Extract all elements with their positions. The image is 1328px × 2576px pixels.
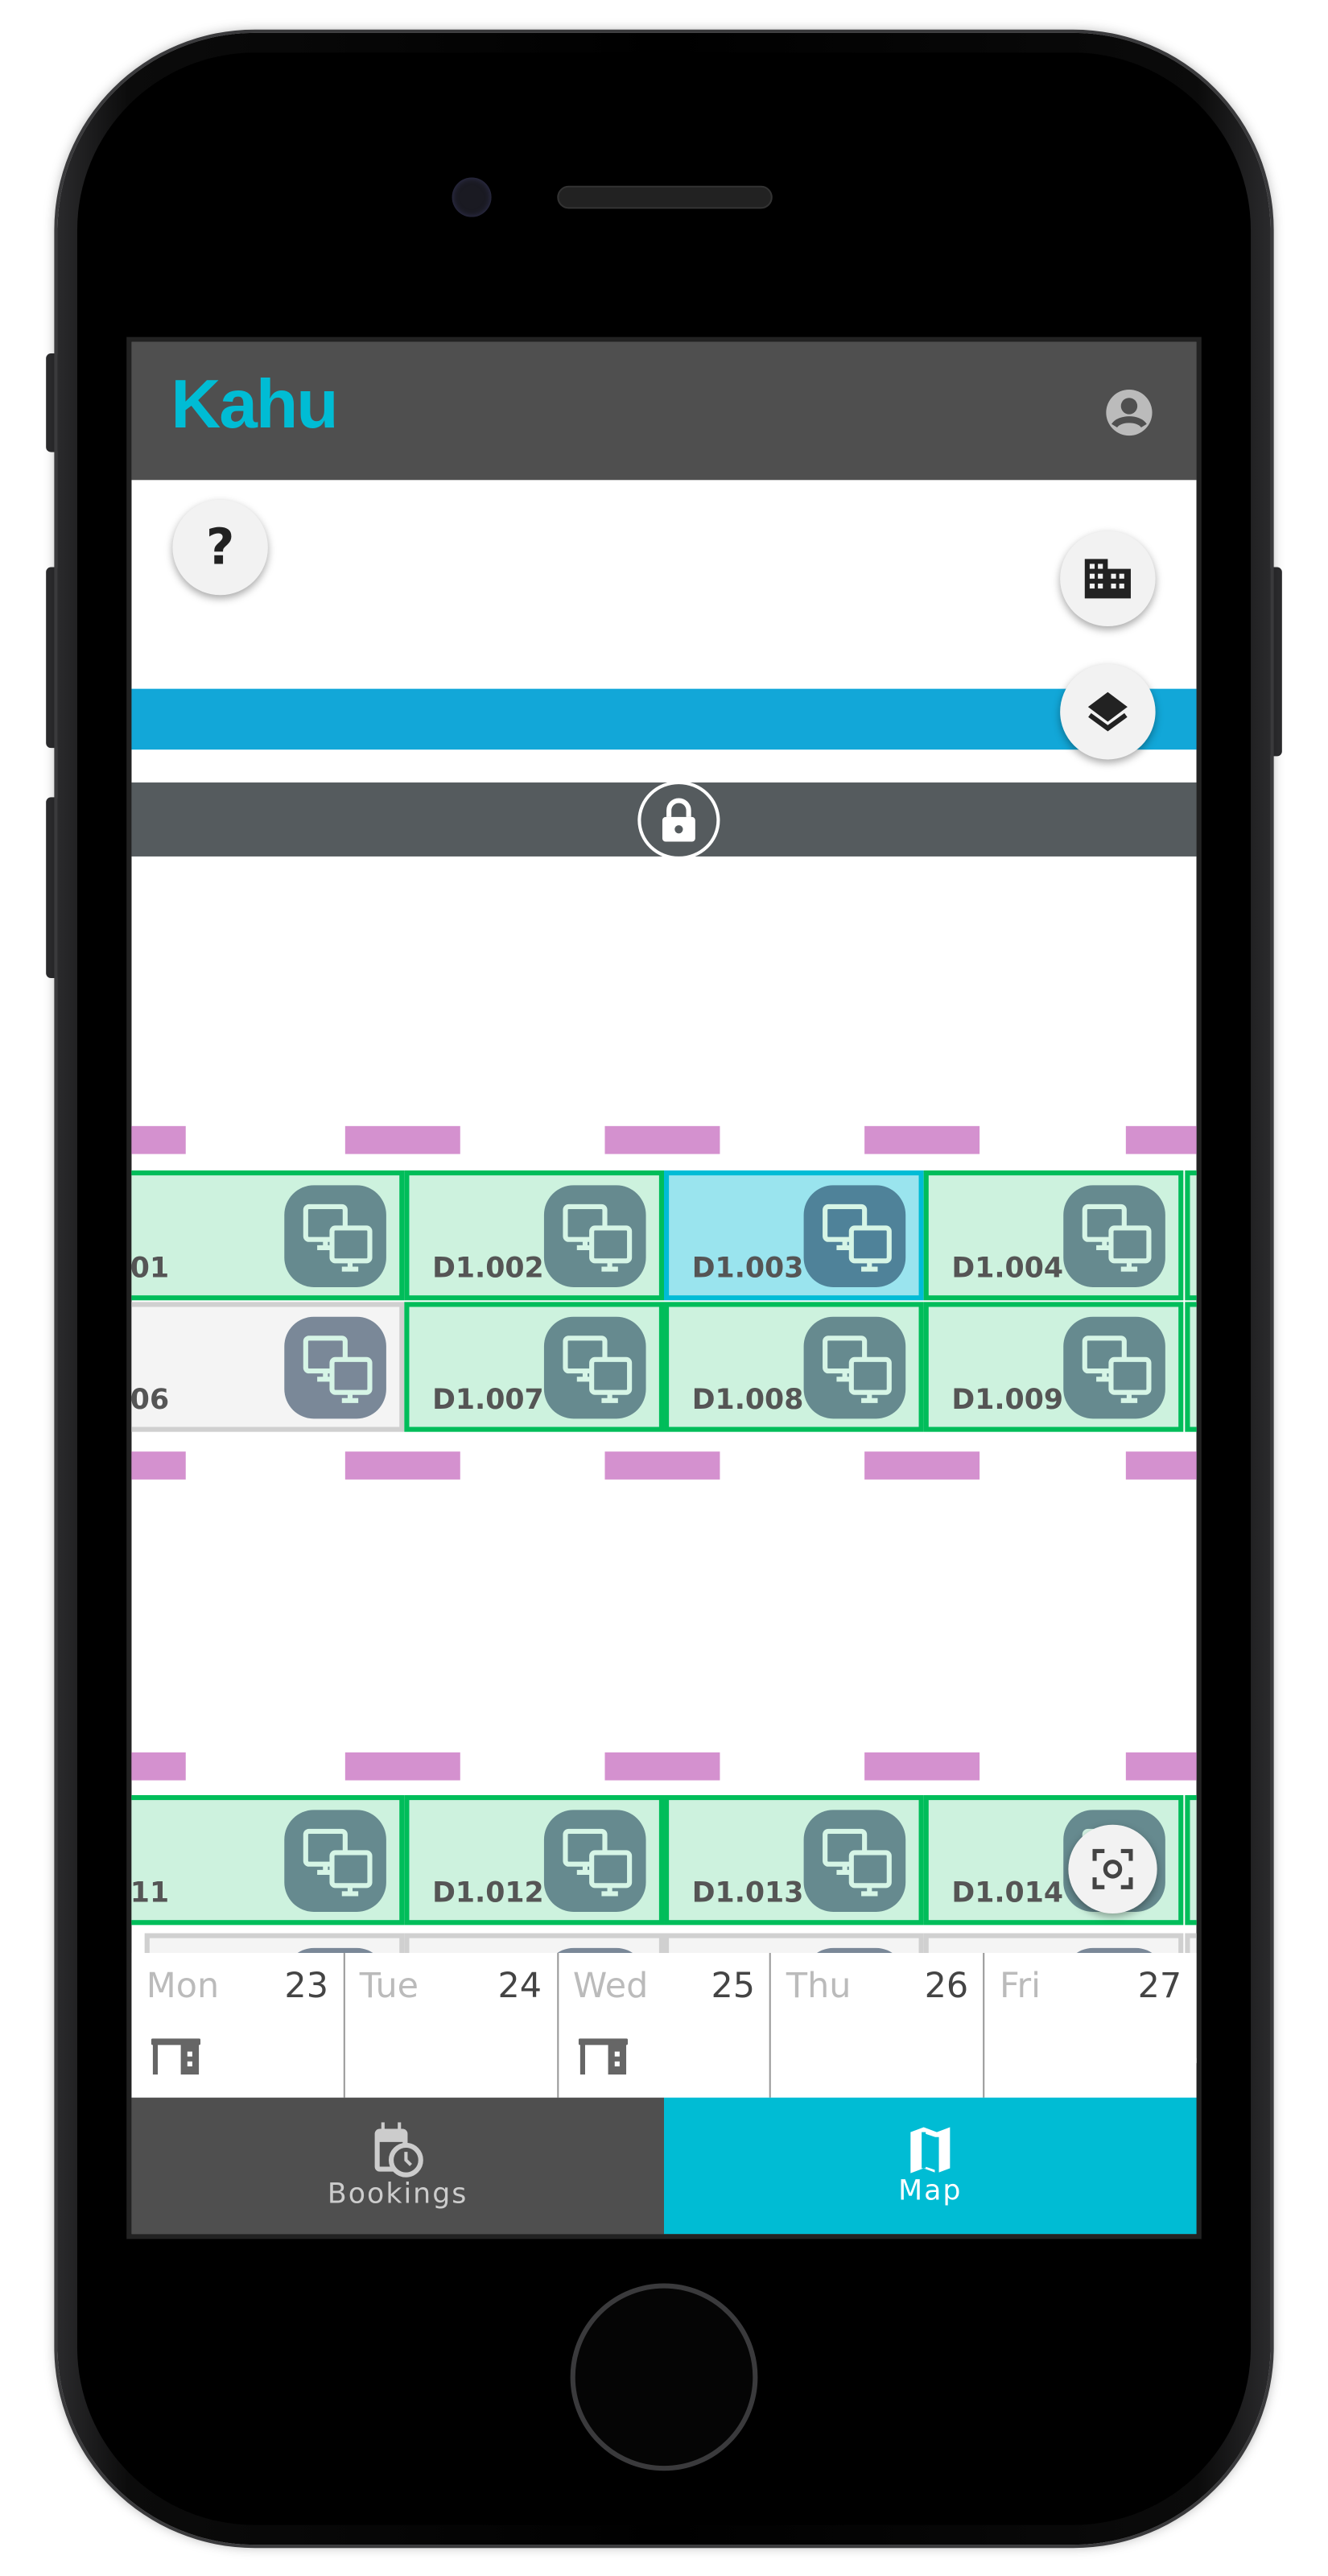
day-name: Fri	[999, 1966, 1041, 2006]
day-number: 24	[497, 1966, 542, 2006]
zone-bar	[1125, 1752, 1197, 1781]
nav-bookings-label: Bookings	[327, 2177, 468, 2211]
help-button[interactable]: ?	[172, 499, 268, 596]
map-icon	[910, 2126, 951, 2173]
date-cell-fri[interactable]: Fri 27	[985, 1953, 1197, 2098]
dual-monitor-icon	[803, 1185, 906, 1287]
day-name: Mon	[146, 1966, 220, 2006]
date-cell-tue[interactable]: Tue 24	[344, 1953, 559, 2098]
week-date-strip: Mon 23 Tue 24 Wed 25 Thu 26 Fri 27	[131, 1953, 1197, 2098]
zone-bar	[864, 1125, 980, 1154]
dual-monitor-icon	[543, 1316, 646, 1419]
dual-monitor-icon	[803, 1810, 906, 1912]
zone-bar	[604, 1451, 720, 1480]
layers-button[interactable]	[1060, 664, 1156, 760]
desk-D1.002[interactable]: D1.002	[404, 1170, 665, 1301]
desk-D1.010[interactable]: D1.010	[1185, 1302, 1197, 1432]
desk-label: D1.009	[951, 1384, 1064, 1418]
lock-icon[interactable]	[637, 780, 720, 861]
zone-bar	[344, 1451, 460, 1480]
desk-D1.015[interactable]: D1.015	[1185, 1794, 1197, 1926]
desk-D1.004[interactable]: D1.004	[923, 1170, 1184, 1301]
home-button[interactable]	[570, 2283, 758, 2471]
desk-label: D1.004	[951, 1253, 1064, 1286]
desk-D1.005[interactable]: D1.005	[1185, 1170, 1197, 1301]
desk-D1.011[interactable]: D1.011	[131, 1794, 405, 1926]
nav-bookings[interactable]: Bookings	[131, 2097, 665, 2235]
desk-D1.008[interactable]: D1.008	[664, 1302, 924, 1432]
speaker	[557, 185, 773, 209]
desk-label: D1.008	[691, 1384, 804, 1418]
dual-monitor-icon	[284, 1810, 386, 1912]
zone-bar	[864, 1752, 980, 1781]
desk-label: D1.002	[432, 1253, 544, 1286]
date-cell-mon[interactable]: Mon 23	[131, 1953, 345, 2098]
desk-booked-icon	[151, 2038, 201, 2081]
date-cell-thu[interactable]: Thu 26	[772, 1953, 985, 2098]
day-number: 25	[711, 1966, 756, 2006]
date-cell-wed[interactable]: Wed 25	[558, 1953, 772, 2098]
recenter-button[interactable]	[1068, 1824, 1157, 1914]
calendar-clock-icon	[374, 2121, 423, 2177]
building-button[interactable]	[1060, 530, 1156, 627]
building-icon	[1084, 559, 1131, 599]
desk-D1.013[interactable]: D1.013	[664, 1794, 924, 1926]
day-name: Tue	[359, 1966, 419, 2006]
app-header: Kahu	[131, 341, 1197, 481]
desk-D1.012[interactable]: D1.012	[404, 1794, 665, 1926]
account-circle-icon[interactable]	[1104, 388, 1153, 437]
bottom-nav: Bookings Map	[131, 2097, 1197, 2235]
desk-label: D1.011	[131, 1877, 170, 1910]
help-label: ?	[205, 518, 235, 576]
desk-booked-icon	[577, 2038, 628, 2081]
zone-bar	[344, 1752, 460, 1781]
zone-bar	[1125, 1451, 1197, 1480]
desk-label: D1.001	[131, 1253, 170, 1286]
zone-bar	[604, 1125, 720, 1154]
dual-monitor-icon	[803, 1316, 906, 1419]
desk-D1.007[interactable]: D1.007	[404, 1302, 665, 1432]
day-number: 23	[284, 1966, 329, 2006]
zone-bar	[864, 1451, 980, 1480]
desk-label: D1.014	[951, 1877, 1064, 1910]
zone-bar	[1125, 1125, 1197, 1154]
day-name: Wed	[572, 1966, 649, 2006]
desk-D1.009[interactable]: D1.009	[923, 1302, 1184, 1432]
desk-label: D1.003	[691, 1253, 804, 1286]
desk-label: D1.013	[691, 1877, 804, 1910]
layers-icon	[1087, 691, 1128, 732]
camera	[452, 177, 492, 217]
nav-map-label: Map	[898, 2174, 963, 2207]
kahu-logo: Kahu	[171, 365, 338, 443]
dual-monitor-icon	[1063, 1185, 1165, 1287]
zone-bar	[131, 1451, 186, 1480]
dual-monitor-icon	[1063, 1316, 1165, 1419]
desk-D1.006[interactable]: D1.006	[131, 1302, 405, 1432]
zone-bar	[604, 1752, 720, 1781]
desk-D1.003[interactable]: D1.003	[664, 1170, 924, 1301]
dual-monitor-icon	[284, 1185, 386, 1287]
zone-bar	[131, 1125, 186, 1154]
nav-map[interactable]: Map	[664, 2097, 1197, 2235]
desk-D1.001[interactable]: D1.001	[131, 1170, 405, 1301]
desk-label: D1.007	[432, 1384, 544, 1418]
day-number: 26	[924, 1966, 969, 2006]
day-name: Thu	[786, 1966, 852, 2006]
center-focus-icon	[1092, 1848, 1133, 1889]
corridor	[131, 688, 1197, 750]
app-screen: D1.001 D1.002 D1.003 D1.004 D1.005 D1.006 D1.0…	[126, 336, 1202, 2240]
zone-bar	[131, 1752, 186, 1781]
day-number: 27	[1137, 1966, 1182, 2006]
zone-bar	[344, 1125, 460, 1154]
power-button	[1268, 567, 1282, 757]
desk-label: D1.006	[131, 1384, 170, 1418]
floor-map[interactable]: D1.001 D1.002 D1.003 D1.004 D1.005 D1.006 D1.0…	[131, 342, 1197, 2234]
dual-monitor-icon	[284, 1316, 386, 1419]
dual-monitor-icon	[543, 1810, 646, 1912]
desk-label: D1.012	[432, 1877, 544, 1910]
dual-monitor-icon	[543, 1185, 646, 1287]
